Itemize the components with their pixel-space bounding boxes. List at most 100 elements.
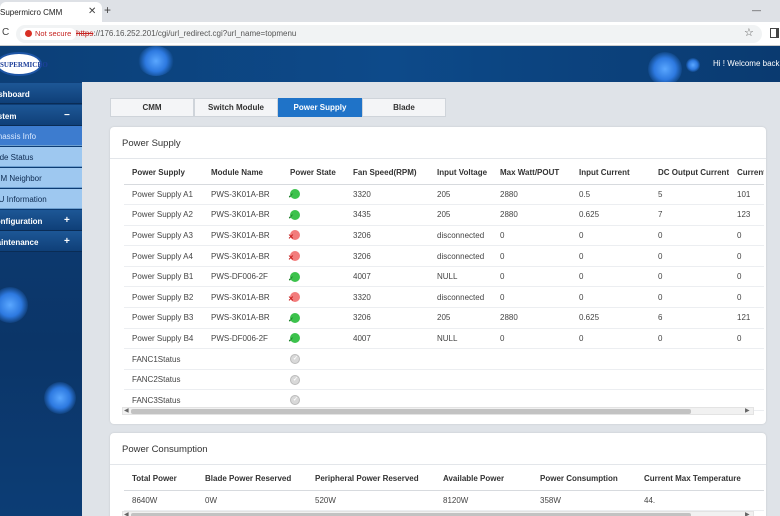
new-tab-icon[interactable]: + (104, 3, 111, 17)
scroll-left-icon[interactable]: ◀ (124, 511, 129, 516)
table-cell: 0 (729, 286, 764, 309)
table-row: Power Supply B1 PWS-DF006-2F ✓ 4007 NULL 0 0 0 0 (124, 266, 764, 288)
close-tab-icon[interactable]: ✕ (88, 6, 96, 17)
table-cell: 0 (650, 266, 729, 288)
table-cell: 0 (571, 225, 650, 247)
sidebar-item-fru-information[interactable]: FRU Information (0, 189, 82, 209)
table-cell: 123 (729, 204, 764, 226)
table-cell: 8120W (435, 490, 532, 512)
table-cell: 0 (650, 286, 729, 309)
table-cell: PWS-3K01A-BR (203, 307, 282, 329)
browser-tab[interactable]: Supermicro CMM ✕ (0, 2, 102, 22)
url-field[interactable]: Not secure https://176.16.252.201/cgi/ur… (16, 25, 762, 43)
table-cell: 0.625 (571, 307, 650, 329)
table-cell (429, 369, 492, 391)
table-cell: 0 (571, 286, 650, 309)
horizontal-scrollbar[interactable]: ◀ ▶ (122, 511, 754, 516)
sidebar-item-system[interactable]: System − (0, 105, 82, 126)
table-cell: 205 (429, 307, 492, 329)
tab-power-supply[interactable]: Power Supply (278, 98, 362, 117)
browser-tab-title: Supermicro CMM (0, 8, 63, 17)
not-secure-badge[interactable]: Not secure (20, 28, 77, 40)
power-off-icon: ✕ (288, 230, 300, 241)
table-row: Power Supply B2 PWS-3K01A-BR ✕ 3320 disconne… (124, 286, 764, 309)
table-row: Power Supply A3 PWS-3K01A-BR ✕ 3206 disconne… (124, 225, 764, 247)
table-cell: 0 (650, 225, 729, 247)
table-cell: PWS-3K01A-BR (203, 184, 282, 206)
collapse-icon: − (64, 110, 70, 121)
table-row: 8640W 0W 520W 8120W 358W 44. (124, 490, 764, 512)
table-cell: PWS-3K01A-BR (203, 286, 282, 309)
table-cell: 0 (571, 245, 650, 267)
table-cell: 0 (492, 286, 571, 309)
browser-tab-strip: Supermicro CMM ✕ + — (0, 0, 780, 22)
table-cell (492, 348, 571, 370)
table-cell: disconnected (429, 225, 492, 247)
table-cell: 101 (729, 184, 764, 206)
table-cell: NULL (429, 328, 492, 350)
supermicro-logo[interactable]: SUPERMICRO (0, 52, 48, 76)
power-state-cell: ✓ (282, 369, 345, 391)
table-cell: 0.625 (571, 204, 650, 226)
table-cell (729, 369, 764, 391)
sidebar-item-blade-status[interactable]: Blade Status (0, 147, 82, 167)
tab-blade[interactable]: Blade (362, 98, 446, 117)
table-row: Power Supply B4 PWS-DF006-2F ✓ 4007 NULL 0 0 0 0 (124, 328, 764, 350)
column-header: Blade Power Reserved (197, 468, 307, 491)
table-cell: 0 (492, 245, 571, 267)
side-panel-icon[interactable] (770, 28, 779, 38)
decorative-glow (138, 46, 174, 76)
table-cell: 3320 (345, 286, 429, 309)
table-cell: FANC2Status (124, 369, 203, 391)
reload-icon[interactable]: C (2, 27, 9, 38)
bookmark-star-icon[interactable]: ☆ (744, 26, 754, 39)
power-state-cell: ✓ (282, 184, 345, 206)
sidebar-item-dashboard[interactable]: Dashboard (0, 83, 82, 104)
sidebar-item-chassis-info[interactable]: Chassis Info (0, 126, 82, 146)
scroll-left-icon[interactable]: ◀ (124, 407, 129, 414)
sidebar-item-cmm-neighbor[interactable]: CMM Neighbor (0, 168, 82, 188)
table-cell: PWS-3K01A-BR (203, 204, 282, 226)
table-cell: 4007 (345, 266, 429, 288)
scroll-right-icon[interactable]: ▶ (745, 511, 750, 516)
power-state-cell: ✓ (282, 204, 345, 226)
power-supply-title: Power Supply (122, 138, 181, 149)
minimize-window-icon[interactable]: — (752, 5, 761, 15)
warning-icon (25, 30, 32, 37)
table-cell: 3206 (345, 225, 429, 247)
table-cell: 3435 (345, 204, 429, 226)
main-content: CMM Switch Module Power Supply Blade Pow… (82, 82, 780, 516)
power-na-icon: ✓ (290, 374, 300, 385)
horizontal-scrollbar[interactable]: ◀ ▶ (122, 407, 754, 415)
welcome-message: Hi ! Welcome back ! (713, 59, 780, 68)
tab-cmm[interactable]: CMM (110, 98, 194, 117)
sidebar: Dashboard System − Chassis Info Blade St… (0, 82, 82, 516)
power-consumption-panel: Power Consumption Total Power Blade Power… (110, 433, 766, 516)
table-cell (650, 348, 729, 370)
table-header-row: Power Supply Module Name Power State Fan Sp… (124, 162, 764, 185)
table-cell: 0 (729, 245, 764, 267)
table-cell: 0 (729, 225, 764, 247)
table-cell: 205 (429, 204, 492, 226)
table-cell: Power Supply A2 (124, 204, 203, 226)
power-supply-panel: Power Supply Power Supply Module Name Powe… (110, 127, 766, 424)
scroll-right-icon[interactable]: ▶ (745, 407, 750, 414)
column-header: Fan Speed(RPM) (345, 162, 429, 185)
table-cell: 2880 (492, 184, 571, 206)
table-cell: Power Supply B1 (124, 266, 203, 288)
table-cell (492, 369, 571, 391)
tab-switch-module[interactable]: Switch Module (194, 98, 278, 117)
power-consumption-title: Power Consumption (122, 444, 208, 455)
table-cell (650, 369, 729, 391)
table-cell: 3206 (345, 307, 429, 329)
sidebar-item-configuration[interactable]: Configuration + (0, 210, 82, 231)
sidebar-item-maintenance[interactable]: Maintenance + (0, 231, 82, 252)
table-cell: 2880 (492, 307, 571, 329)
power-na-icon: ✓ (290, 354, 300, 365)
power-on-icon: ✓ (288, 189, 300, 200)
power-state-cell: ✓ (282, 328, 345, 350)
table-cell: 0W (197, 490, 307, 512)
table-row: FANC2Status ✓ (124, 369, 764, 391)
table-cell: NULL (429, 266, 492, 288)
scrollbar-thumb[interactable] (131, 409, 691, 414)
